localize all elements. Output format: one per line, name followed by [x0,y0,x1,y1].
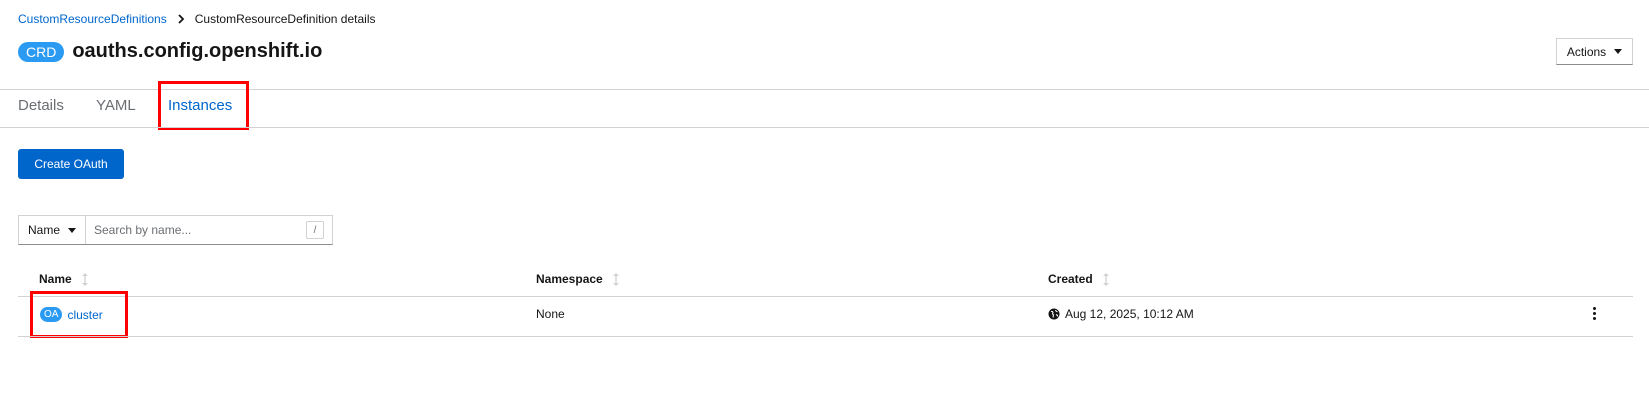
breadcrumb-current: CustomResourceDefinition details [194,12,376,26]
column-header-created[interactable]: Created [1048,272,1109,286]
sort-icon [612,272,619,286]
chevron-right-icon [177,14,185,24]
highlight-box-cluster [30,291,128,338]
keyboard-shortcut-hint: / [306,221,324,239]
breadcrumb: CustomResourceDefinitions CustomResource… [18,12,375,26]
tabs-divider-bottom [0,127,1649,128]
cell-created: Aug 12, 2025, 10:12 AM [1048,307,1194,321]
column-header-name-label: Name [39,272,72,286]
table-row-divider [18,336,1633,337]
page-title: oauths.config.openshift.io [72,40,323,62]
table-header-divider [18,296,1633,297]
column-header-namespace-label: Namespace [536,272,603,286]
highlight-box-instances-tab [158,81,249,130]
created-timestamp: Aug 12, 2025, 10:12 AM [1065,307,1194,321]
sort-icon [81,272,88,286]
sort-icon [1102,272,1109,286]
filter-type-select[interactable]: Name [19,216,86,244]
crd-badge: CRD [18,41,65,62]
filter-toolbar: Name / [18,215,333,245]
actions-button[interactable]: Actions [1556,38,1633,65]
cell-namespace: None [536,307,565,321]
column-header-namespace[interactable]: Namespace [536,272,619,286]
filter-type-value: Name [27,223,60,237]
column-header-created-label: Created [1048,272,1093,286]
tab-details[interactable]: Details [18,97,64,114]
tab-yaml[interactable]: YAML [96,97,136,114]
search-input[interactable] [86,222,306,238]
caret-down-icon [68,227,76,233]
kebab-icon[interactable] [1588,304,1600,322]
column-header-name[interactable]: Name [39,272,88,286]
globe-icon [1048,308,1060,320]
page-header: CRD oauths.config.openshift.io [18,40,322,63]
breadcrumb-link-crds[interactable]: CustomResourceDefinitions [18,12,167,26]
caret-down-icon [1614,49,1623,54]
actions-label: Actions [1566,44,1607,59]
create-oauth-button[interactable]: Create OAuth [18,149,124,179]
